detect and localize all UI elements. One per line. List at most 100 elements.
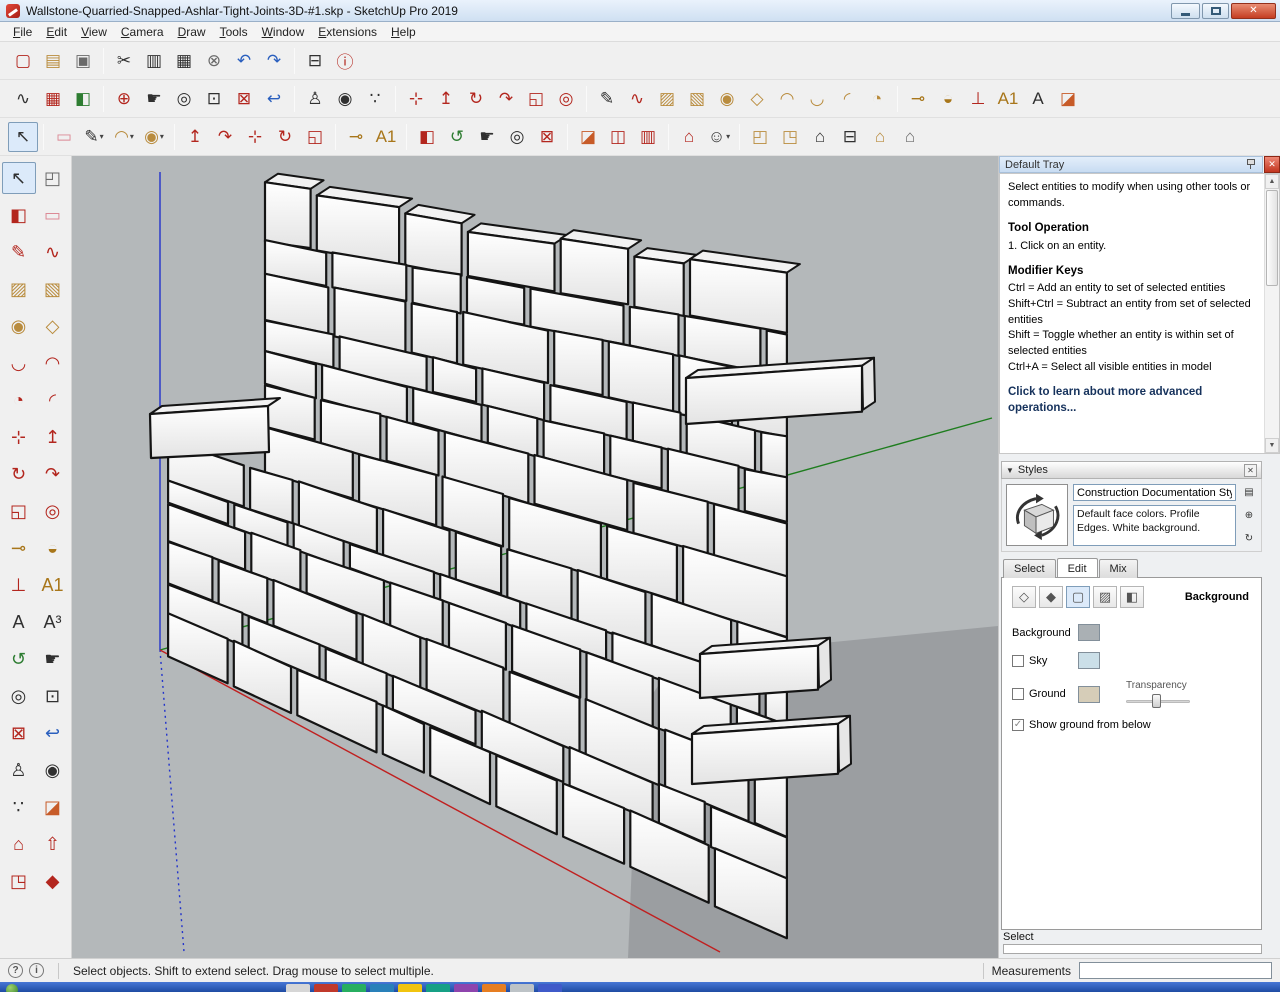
generate-report-icon[interactable]: ▦ (38, 84, 68, 114)
menu-item-edit[interactable]: Edit (39, 23, 74, 41)
polygon-icon[interactable]: ◇ (36, 310, 70, 342)
rotate-icon[interactable]: ↻ (270, 122, 300, 152)
secondary-pane-icon[interactable]: ▤ (1242, 485, 1256, 499)
scale-icon[interactable]: ◱ (521, 84, 551, 114)
zoom-icon[interactable]: ◎ (502, 122, 532, 152)
pie-icon[interactable]: ◔ (862, 84, 892, 114)
push-pull-icon[interactable]: ↥ (431, 84, 461, 114)
zoom-window-icon[interactable]: ⊡ (36, 680, 70, 712)
menu-item-extensions[interactable]: Extensions (311, 23, 384, 41)
rectangle-icon[interactable]: ▨ (652, 84, 682, 114)
cut-icon[interactable]: ✂ (109, 46, 139, 76)
wall-block[interactable] (315, 194, 401, 267)
text-icon[interactable]: A (1023, 84, 1053, 114)
protractor-icon[interactable]: ◒ (933, 84, 963, 114)
menu-item-view[interactable]: View (74, 23, 114, 41)
zoom-icon[interactable]: ◎ (169, 84, 199, 114)
delete-icon[interactable]: ⊗ (199, 46, 229, 76)
rectangle-icon[interactable]: ▨ (2, 273, 36, 305)
scroll-down-icon[interactable]: ▼ (1265, 438, 1279, 453)
pie-icon[interactable]: ◔ (2, 384, 36, 416)
three-point-arc-icon[interactable]: ◜ (36, 384, 70, 416)
measurements-input[interactable] (1079, 962, 1272, 979)
push-pull-icon[interactable]: ↥ (36, 421, 70, 453)
pan-icon[interactable]: ☛ (472, 122, 502, 152)
wall-block[interactable] (148, 404, 271, 460)
scroll-up-icon[interactable]: ▲ (1265, 174, 1279, 189)
move-icon[interactable]: ⊹ (401, 84, 431, 114)
section-plane-icon[interactable]: ◪ (36, 791, 70, 823)
push-pull-icon[interactable]: ↥ (180, 122, 210, 152)
walk-icon[interactable]: ∵ (2, 791, 36, 823)
three-point-arc-icon[interactable]: ◜ (832, 84, 862, 114)
components-icon[interactable]: ◳ (775, 122, 805, 152)
wall-block[interactable] (698, 644, 820, 700)
wall-block[interactable] (817, 636, 832, 689)
scrollbar-thumb[interactable] (1266, 190, 1278, 286)
taskbar-item[interactable] (314, 984, 338, 992)
print-model-icon[interactable]: ⊟ (835, 122, 865, 152)
component-icon[interactable]: ◰ (745, 122, 775, 152)
tab-edit[interactable]: Edit (1056, 558, 1098, 577)
background-color-swatch[interactable] (1078, 624, 1100, 641)
watermark-settings-icon[interactable]: ▨ (1093, 586, 1117, 608)
wall-block[interactable] (553, 329, 604, 397)
menu-item-tools[interactable]: Tools (213, 23, 255, 41)
pan-icon[interactable]: ☛ (36, 643, 70, 675)
zoom-previous-icon[interactable]: ↩ (36, 717, 70, 749)
tape-measure-icon[interactable]: ⊸ (2, 532, 36, 564)
wall-block[interactable] (404, 212, 463, 277)
print-icon[interactable]: ⊟ (300, 46, 330, 76)
arc-icon[interactable]: ◡ (2, 347, 36, 379)
components-icon[interactable]: ◳ (2, 865, 36, 897)
move-icon[interactable]: ⊹ (240, 122, 270, 152)
minimize-button[interactable] (1171, 2, 1200, 19)
section-plane-icon[interactable]: ◪ (1053, 84, 1083, 114)
open-file-icon[interactable]: ▤ (38, 46, 68, 76)
close-button[interactable]: ✕ (1231, 2, 1276, 19)
paste-icon[interactable]: ▦ (169, 46, 199, 76)
rotate-icon[interactable]: ↻ (461, 84, 491, 114)
get-models-icon[interactable]: ⌂ (674, 122, 704, 152)
help-icon[interactable]: ? (8, 963, 23, 978)
make-component-icon[interactable]: ◰ (36, 162, 70, 194)
info-icon[interactable]: i (29, 963, 44, 978)
follow-me-icon[interactable]: ↷ (36, 458, 70, 490)
arc-icon[interactable]: ◠ (772, 84, 802, 114)
eraser-icon[interactable]: ▭ (49, 122, 79, 152)
section-cuts-icon[interactable]: ◫ (603, 122, 633, 152)
undo-icon[interactable]: ↶ (229, 46, 259, 76)
dimension-icon[interactable]: A1 (371, 122, 401, 152)
sketchy-curve-icon[interactable]: ∿ (8, 84, 38, 114)
login-dropdown-icon[interactable]: ☺ ▾ (704, 122, 734, 152)
rotated-rectangle-icon[interactable]: ▧ (682, 84, 712, 114)
share-model-icon[interactable]: ⇧ (36, 828, 70, 860)
styles-panel-header[interactable]: ▼ Styles ✕ (1001, 461, 1262, 479)
circle-icon[interactable]: ◉ (712, 84, 742, 114)
styles-close-button[interactable]: ✕ (1244, 463, 1257, 477)
scale-icon[interactable]: ◱ (300, 122, 330, 152)
wall-block[interactable] (633, 255, 685, 317)
taskbar-item[interactable] (510, 984, 534, 992)
arc-dropdown-icon[interactable]: ◠ ▾ (109, 122, 139, 152)
wall-block[interactable] (263, 181, 312, 250)
select-tool-icon[interactable]: ↖ (8, 121, 38, 152)
line-icon[interactable]: ✎ (592, 84, 622, 114)
two-point-arc-icon[interactable]: ◡ (802, 84, 832, 114)
position-camera-icon[interactable]: ♙ (2, 754, 36, 786)
taskbar-item[interactable] (482, 984, 506, 992)
dimension-icon[interactable]: A1 (36, 569, 70, 601)
menu-item-window[interactable]: Window (255, 23, 312, 41)
follow-me-icon[interactable]: ↷ (210, 122, 240, 152)
menu-item-camera[interactable]: Camera (114, 23, 171, 41)
style-name-input[interactable] (1073, 484, 1236, 501)
shape-dropdown-icon[interactable]: ◉ ▾ (139, 122, 169, 152)
three-d-text-icon[interactable]: A³ (36, 606, 70, 638)
line-dropdown-icon[interactable]: ✎ ▾ (79, 122, 109, 152)
wall-block[interactable] (760, 431, 789, 480)
zoom-extents-icon[interactable]: ⊠ (229, 84, 259, 114)
redo-icon[interactable]: ↷ (259, 46, 289, 76)
menu-item-help[interactable]: Help (384, 23, 423, 41)
axes-icon[interactable]: ⊥ (963, 84, 993, 114)
tray-close-button[interactable]: ✕ (1264, 156, 1280, 173)
